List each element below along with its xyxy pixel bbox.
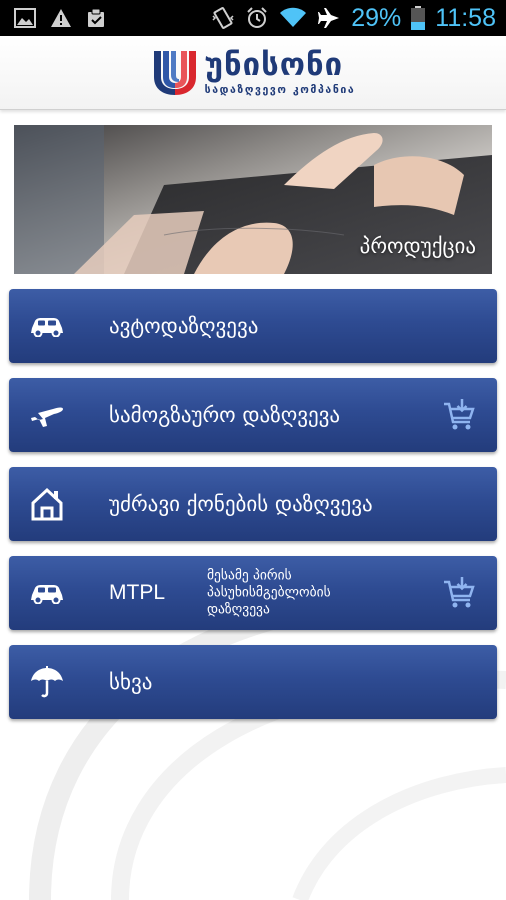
car-icon <box>27 306 67 346</box>
add-to-cart-icon[interactable] <box>439 395 479 435</box>
menu-item-mtpl[interactable]: MTPL მესამე პირის პასუხისმგებლობის დაზღვ… <box>9 556 497 630</box>
car-icon <box>27 573 67 613</box>
banner-label: პროდუქცია <box>359 234 476 258</box>
airplane-icon <box>27 395 67 435</box>
app-header: უნისონი სადაზღვევო კომპანია <box>0 36 506 110</box>
status-right-icons: 29% 11:58 <box>211 4 496 33</box>
menu-item-auto-insurance[interactable]: ავტოდაზღვევა <box>9 289 497 363</box>
menu-item-other[interactable]: სხვა <box>9 645 497 719</box>
menu-item-sublabel: მესამე პირის პასუხისმგებლობის დაზღვევა <box>207 567 331 618</box>
logo-name: უნისონი <box>204 46 344 83</box>
status-left-icons <box>14 8 106 28</box>
logo[interactable]: უნისონი სადაზღვევო კომპანია <box>151 47 356 99</box>
menu-item-property-insurance[interactable]: უძრავი ქონების დაზღვევა <box>9 467 497 541</box>
wifi-icon <box>279 7 307 29</box>
logo-subtitle: სადაზღვევო კომპანია <box>204 83 356 96</box>
menu-item-label: უძრავი ქონების დაზღვევა <box>109 492 373 516</box>
add-to-cart-icon[interactable] <box>439 573 479 613</box>
house-icon <box>27 484 67 524</box>
airplane-icon <box>317 6 341 30</box>
gallery-icon <box>14 8 36 28</box>
clipboard-icon <box>86 8 106 28</box>
menu-item-label: ავტოდაზღვევა <box>109 314 259 338</box>
status-bar: 29% 11:58 <box>0 0 506 36</box>
app-screen: 29% 11:58 უნისონი სადაზღვევო კომპანია პრ… <box>0 0 506 900</box>
alarm-icon <box>245 6 269 30</box>
umbrella-icon <box>27 662 67 702</box>
battery-percent: 29% <box>351 3 402 32</box>
menu-item-label: სხვა <box>109 670 153 694</box>
warning-icon <box>50 8 72 28</box>
product-menu: ავტოდაზღვევა სამოგზაურო დაზღვევა უძრავი … <box>9 289 497 734</box>
battery-icon <box>411 6 426 30</box>
vibrate-icon <box>211 6 235 30</box>
menu-item-label: MTPL <box>109 581 166 604</box>
menu-item-travel-insurance[interactable]: სამოგზაურო დაზღვევა <box>9 378 497 452</box>
clock: 11:58 <box>435 3 496 32</box>
products-banner[interactable]: პროდუქცია <box>14 125 492 274</box>
unison-logo-icon <box>151 47 199 99</box>
menu-item-label: სამოგზაურო დაზღვევა <box>109 403 341 427</box>
